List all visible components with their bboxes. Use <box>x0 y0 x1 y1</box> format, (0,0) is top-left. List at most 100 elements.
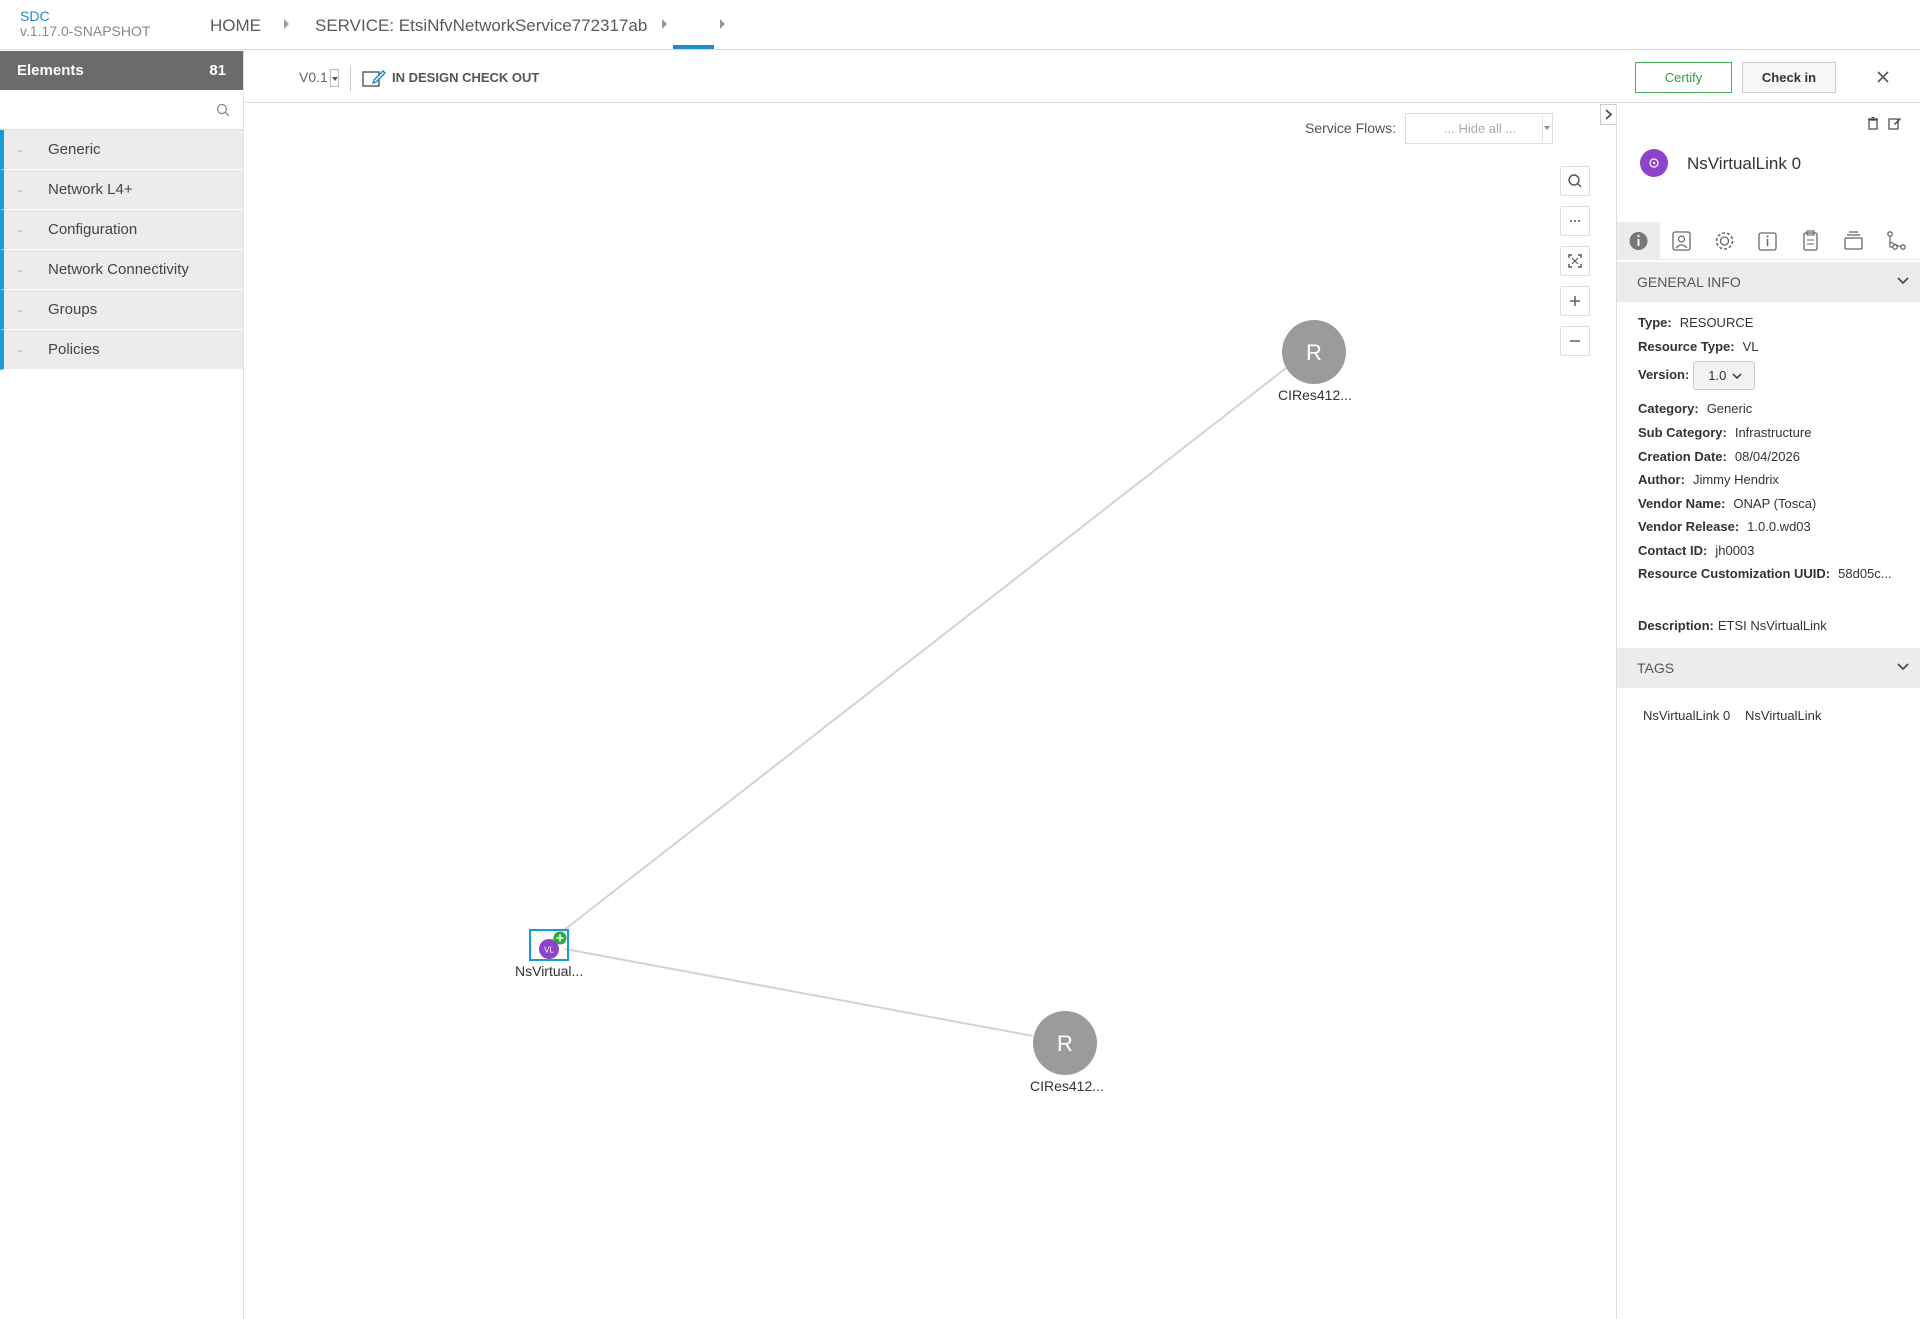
palette-group-network-connectivity[interactable]: - Network Connectivity <box>0 250 243 290</box>
info-customization-uuid: Resource Customization UUID: 58d05c... <box>1638 566 1892 581</box>
graph-node-resource[interactable]: R <box>1033 1011 1097 1075</box>
canvas-search-button[interactable] <box>1560 166 1590 196</box>
tab-general-info[interactable] <box>1617 222 1660 260</box>
palette-title: Elements <box>17 62 84 79</box>
edit-icon[interactable] <box>1888 116 1902 130</box>
collapse-dash-icon: - <box>18 222 22 237</box>
info-box-icon <box>1758 232 1777 251</box>
tag-item: NsVirtualLink 0 <box>1643 708 1731 723</box>
breadcrumb-service[interactable]: SERVICE: EtsiNfvNetworkService772317ab <box>315 16 647 36</box>
component-title: NsVirtualLink 0 <box>1687 154 1802 173</box>
palette-group-label: Generic <box>48 141 101 158</box>
collapse-dash-icon: - <box>18 182 22 197</box>
node-letter: R <box>1057 1031 1073 1056</box>
palette-group-groups[interactable]: - Groups <box>0 290 243 330</box>
tab-requirements[interactable] <box>1832 222 1875 260</box>
palette-search <box>0 90 243 130</box>
more-icon <box>1570 220 1580 222</box>
info-vendor-name: Vendor Name: ONAP (Tosca) <box>1638 496 1817 511</box>
chevron-down-icon <box>1897 663 1909 671</box>
clipboard-icon <box>1803 230 1818 251</box>
breadcrumb-arrow-icon[interactable] <box>662 19 667 29</box>
zoom-out-button[interactable] <box>1560 326 1590 356</box>
info-creation-date: Creation Date: 08/04/2026 <box>1638 449 1800 464</box>
tab-deployment[interactable] <box>1660 222 1703 260</box>
section-title: GENERAL INFO <box>1637 274 1741 290</box>
general-info-section-header[interactable]: GENERAL INFO <box>1617 262 1920 302</box>
palette-count: 81 <box>209 62 226 79</box>
palette-search-input[interactable] <box>0 90 210 129</box>
palette-group-label: Configuration <box>48 221 138 238</box>
palette-group-policies[interactable]: - Policies <box>0 330 243 370</box>
node-label: CIRes412... <box>1278 387 1352 403</box>
collapse-dash-icon: - <box>18 142 22 157</box>
palette-group-label: Network Connectivity <box>48 261 189 278</box>
search-icon[interactable] <box>216 103 230 117</box>
breadcrumb-home[interactable]: HOME <box>210 16 261 36</box>
zoom-in-button[interactable] <box>1560 286 1590 316</box>
elements-palette: Elements 81 - Generic - Network L4+ - Confi… <box>0 51 244 1319</box>
component-type-icon <box>1640 149 1668 177</box>
info-subcategory: Sub Category: Infrastructure <box>1638 425 1812 440</box>
palette-group-generic[interactable]: - Generic <box>0 130 243 170</box>
tags-section-header[interactable]: TAGS <box>1617 648 1920 688</box>
tab-artifacts[interactable] <box>1789 222 1832 260</box>
tag-item: NsVirtualLink <box>1745 708 1822 723</box>
graph-edge[interactable] <box>564 948 1034 1037</box>
lifecycle-status: IN DESIGN CHECK OUT <box>392 70 540 85</box>
breadcrumb-arrow-icon <box>284 19 289 29</box>
checkin-button[interactable]: Check in <box>1742 62 1836 93</box>
palette-header: Elements 81 <box>0 51 243 90</box>
service-flows-value: ... Hide all ... <box>1444 121 1517 136</box>
toolbar-divider <box>350 65 351 91</box>
trash-icon[interactable] <box>1866 116 1880 130</box>
graph-node-resource[interactable]: R <box>1282 320 1346 384</box>
node-letter: VL <box>544 946 554 955</box>
expand-icon <box>1568 254 1582 268</box>
collapse-panel-button[interactable] <box>1600 104 1617 125</box>
deployment-icon <box>1672 231 1691 251</box>
tab-relations[interactable] <box>1875 222 1918 260</box>
composition-canvas[interactable]: R R VL CIRes412... NsVirtual... CIRes412… <box>245 104 1615 1309</box>
relations-icon <box>1887 231 1906 250</box>
collapse-dash-icon: - <box>18 342 22 357</box>
node-label: NsVirtual... <box>515 963 584 979</box>
panel-actions <box>1866 116 1902 135</box>
tab-information[interactable] <box>1746 222 1789 260</box>
node-letter: R <box>1306 340 1322 365</box>
workspace-toolbar: V0.1 IN DESIGN CHECK OUT Certify Check i… <box>245 51 1920 103</box>
info-vendor-release: Vendor Release: 1.0.0.wd03 <box>1638 519 1811 534</box>
graph-drawing: R R VL <box>529 320 1346 1075</box>
version-selector[interactable]: V0.1 <box>299 69 328 85</box>
palette-group-configuration[interactable]: - Configuration <box>0 210 243 250</box>
service-flows-label: Service Flows: <box>1305 120 1397 136</box>
brand-version: v.1.17.0-SNAPSHOT <box>20 23 151 39</box>
info-type: Type: RESOURCE <box>1638 315 1754 330</box>
fit-to-screen-button[interactable] <box>1560 246 1590 276</box>
service-flows-select[interactable]: ... Hide all ... <box>1405 113 1553 144</box>
certify-button[interactable]: Certify <box>1635 62 1732 93</box>
checkout-edit-icon <box>362 70 386 87</box>
details-panel: NsVirtualLink 0 GENERAL INFO Type: RESOUR… <box>1616 104 1920 1319</box>
breadcrumb-arrow-icon[interactable] <box>720 19 725 29</box>
info-description: Description: ETSI NsVirtualLink <box>1638 618 1827 633</box>
palette-group-network-l4[interactable]: - Network L4+ <box>0 170 243 210</box>
graph-edge[interactable] <box>549 367 1287 942</box>
palette-group-label: Policies <box>48 341 100 358</box>
palette-group-label: Network L4+ <box>48 181 133 198</box>
graph-node-virtual-link-selected[interactable]: VL <box>529 929 569 961</box>
version-dropdown[interactable]: 1.0 <box>1693 361 1756 390</box>
section-title: TAGS <box>1637 660 1675 676</box>
breadcrumb-active-indicator <box>673 45 714 49</box>
canvas-more-button[interactable] <box>1560 206 1590 236</box>
version-dropdown-caret-icon[interactable] <box>330 69 339 87</box>
chevron-down-icon <box>1897 277 1909 285</box>
close-icon[interactable] <box>1872 66 1894 88</box>
collapse-dash-icon: - <box>18 262 22 277</box>
minus-icon <box>1570 340 1580 342</box>
tab-properties[interactable] <box>1703 222 1746 260</box>
collapse-dash-icon: - <box>18 302 22 317</box>
top-nav-bar: SDC v.1.17.0-SNAPSHOT HOME SERVICE: Etsi… <box>0 0 1920 50</box>
brand[interactable]: SDC v.1.17.0-SNAPSHOT <box>20 9 150 39</box>
chevron-down-icon <box>1732 373 1742 380</box>
